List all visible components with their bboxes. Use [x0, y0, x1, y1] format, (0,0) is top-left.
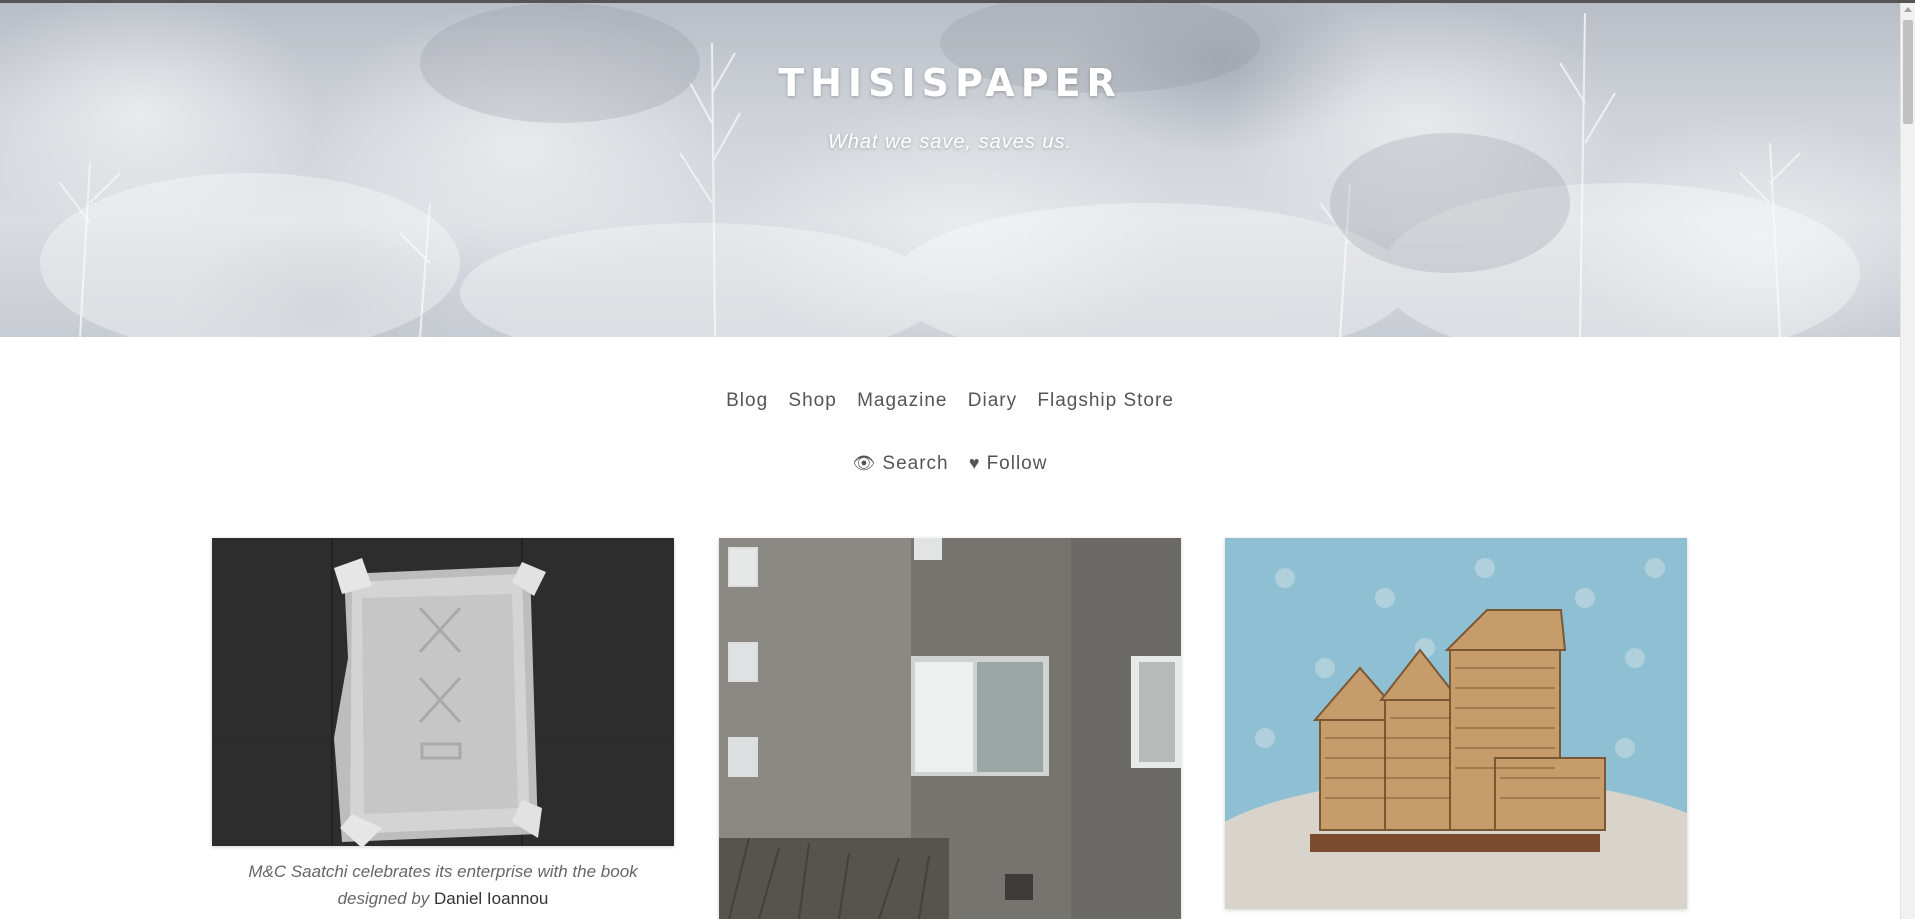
scrollbar-thumb[interactable]	[1903, 20, 1913, 124]
hero-banner: THISISPAPER What we save, saves us.	[0, 3, 1900, 337]
foil-book-image	[212, 538, 674, 846]
frosted-trees-image	[40, 3, 1860, 337]
nav-item-flagship-store[interactable]: Flagship Store	[1037, 390, 1174, 412]
post-image-foil-book[interactable]	[212, 538, 674, 846]
site-title[interactable]: THISISPAPER	[0, 61, 1900, 105]
post-caption: M&C Saatchi celebrates its enterprise wi…	[212, 858, 674, 912]
site-tagline: What we save, saves us.	[827, 131, 1073, 153]
apartment-building-image	[719, 538, 1181, 919]
nav-item-diary[interactable]: Diary	[968, 390, 1017, 412]
scroll-up-arrow-icon[interactable]	[1904, 7, 1912, 12]
follow-link[interactable]: ♥ Follow	[969, 453, 1048, 475]
heart-icon: ♥	[968, 453, 981, 473]
search-link[interactable]: 👁 Search	[853, 453, 949, 475]
nav-item-shop[interactable]: Shop	[788, 390, 836, 412]
post-image-matchstick-house[interactable]	[1225, 538, 1687, 909]
caption-author-link[interactable]: Daniel Ioannou	[434, 889, 548, 908]
follow-label: Follow	[986, 453, 1048, 474]
nav-item-magazine[interactable]: Magazine	[857, 390, 947, 412]
vertical-scrollbar[interactable]	[1900, 3, 1915, 919]
eye-icon: 👁	[852, 453, 877, 473]
matchstick-house-image	[1225, 538, 1687, 909]
primary-nav: Blog Shop Magazine Diary Flagship Store	[0, 390, 1900, 412]
search-label: Search	[882, 453, 949, 474]
nav-item-blog[interactable]: Blog	[726, 390, 768, 412]
secondary-nav: 👁 Search ♥ Follow	[0, 453, 1900, 475]
post-image-building[interactable]	[719, 538, 1181, 919]
